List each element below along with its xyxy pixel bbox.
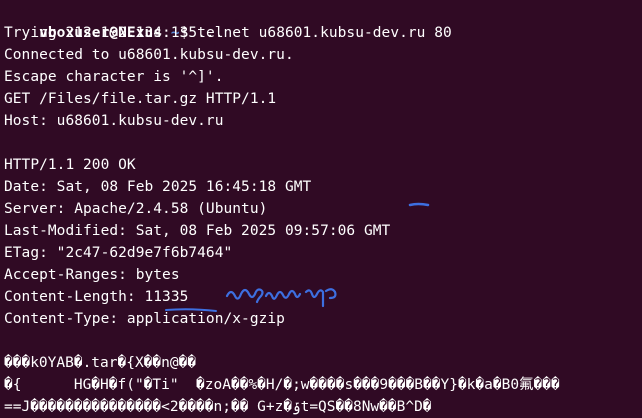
binary-output-line-3: ==J���������������<2����n;�� G+z�ݹt=QS��…	[4, 399, 432, 415]
output-line-content-length: Content-Length: 11335	[4, 289, 189, 305]
output-line-accept-ranges: Accept-Ranges: bytes	[4, 267, 180, 283]
output-line-content-type: Content-Type: application/x-gzip	[4, 311, 285, 327]
output-line-server: Server: Apache/2.4.58 (Ubuntu)	[4, 201, 268, 217]
output-line-connected: Connected to u68601.kubsu-dev.ru.	[4, 47, 294, 63]
output-line-status: HTTP/1.1 200 OK	[4, 157, 136, 173]
prompt-line: vboxuser@NExus:~$ telnet u68601.kubsu-de…	[4, 0, 452, 41]
binary-output-line-2: �{ HG�H�f("�Ti" �zoA��%�H/�;w����s���9��…	[4, 377, 560, 393]
prompt-command: telnet u68601.kubsu-dev.ru 80	[197, 25, 452, 41]
output-line-escape: Escape character is '^]'.	[4, 69, 224, 85]
terminal-window[interactable]: vboxuser@NExus:~$ telnet u68601.kubsu-de…	[0, 0, 642, 415]
pen-dash-mark	[408, 198, 432, 214]
output-line-get-request: GET /Files/file.tar.gz HTTP/1.1	[4, 91, 277, 107]
binary-output-line-1: ���k0YAB�.tar�{X��n@��	[4, 355, 197, 371]
output-line-trying: Trying 212.192.134.135...	[4, 25, 224, 41]
output-line-last-modified: Last-Modified: Sat, 08 Feb 2025 09:57:06…	[4, 223, 391, 239]
output-line-date: Date: Sat, 08 Feb 2025 16:45:18 GMT	[4, 179, 312, 195]
output-line-etag: ETag: "2c47-62d9e7f6b7464"	[4, 245, 233, 261]
output-line-host: Host: u68601.kubsu-dev.ru	[4, 113, 224, 129]
